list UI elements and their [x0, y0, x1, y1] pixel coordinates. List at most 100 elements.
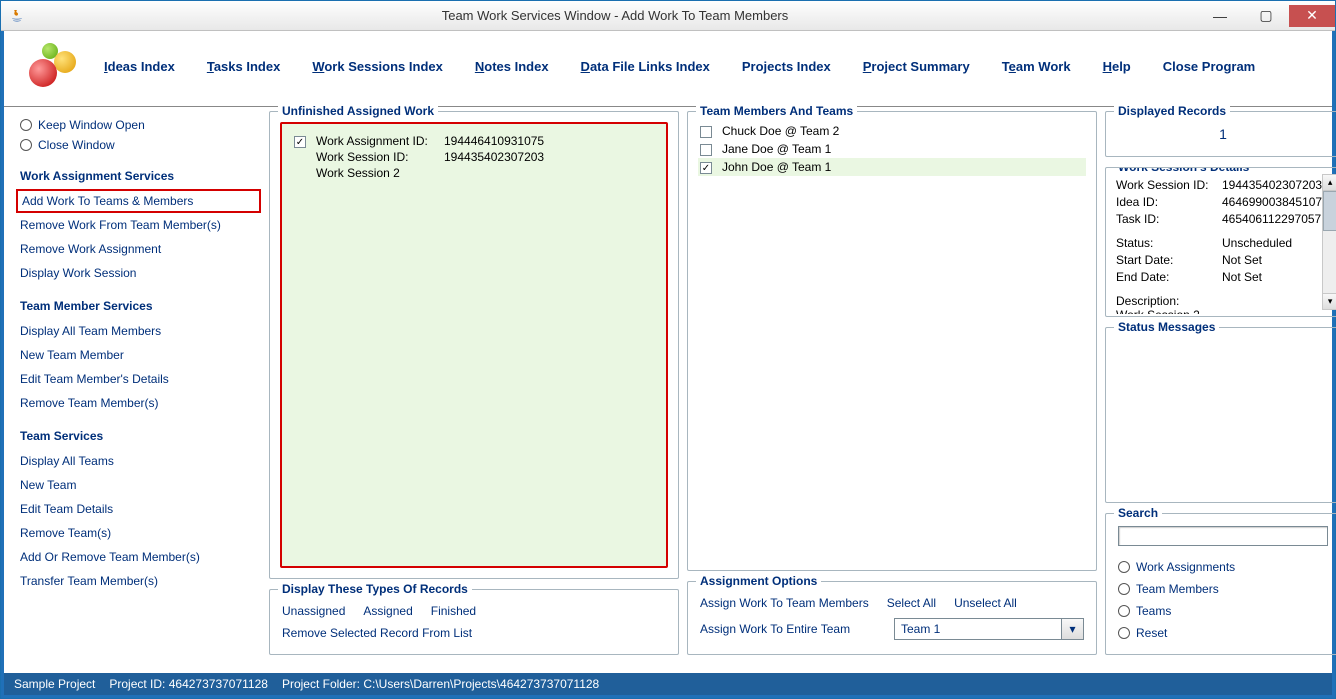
- scroll-track[interactable]: [1323, 231, 1336, 293]
- chevron-down-icon[interactable]: ▾: [1061, 619, 1083, 639]
- search-legend: Search: [1114, 506, 1162, 520]
- titlebar: Team Work Services Window - Add Work To …: [1, 1, 1335, 31]
- sidebar-add-work[interactable]: Add Work To Teams & Members: [16, 189, 261, 213]
- team-member-services-heading: Team Member Services: [20, 299, 257, 313]
- menu-ideas-index[interactable]: Ideas Index: [104, 59, 175, 74]
- ws-id-value: 194435402307203: [444, 150, 544, 164]
- app-body: Ideas Index Tasks Index Work Sessions In…: [1, 31, 1335, 698]
- status-messages-legend: Status Messages: [1114, 320, 1219, 334]
- unselect-all[interactable]: Unselect All: [954, 596, 1017, 610]
- sidebar-display-all-members[interactable]: Display All Team Members: [16, 319, 261, 343]
- maximize-button[interactable]: ▢: [1243, 5, 1289, 27]
- search-input[interactable]: [1118, 526, 1328, 546]
- radio-icon: [20, 119, 32, 131]
- menu-team-work[interactable]: Team Work: [1002, 59, 1071, 74]
- team-member-row[interactable]: Chuck Doe @ Team 2: [698, 122, 1086, 140]
- keep-window-open-label: Keep Window Open: [38, 118, 145, 132]
- unfinished-legend: Unfinished Assigned Work: [278, 104, 438, 118]
- ws-id-label: Work Session ID:: [316, 150, 436, 164]
- status-project-folder: Project Folder: C:\Users\Darren\Projects…: [282, 677, 599, 691]
- sidebar-edit-team[interactable]: Edit Team Details: [16, 497, 261, 521]
- sidebar-add-remove-team-members[interactable]: Add Or Remove Team Member(s): [16, 545, 261, 569]
- menubar: Ideas Index Tasks Index Work Sessions In…: [104, 59, 1255, 74]
- team-select-value: Team 1: [895, 622, 1061, 636]
- details-list: Work Session ID: 194435402307203 Idea ID…: [1116, 178, 1322, 226]
- window-title: Team Work Services Window - Add Work To …: [33, 8, 1197, 23]
- sidebar-display-all-teams[interactable]: Display All Teams: [16, 449, 261, 473]
- assign-to-team[interactable]: Assign Work To Entire Team: [700, 622, 850, 636]
- sidebar-remove-work-assignment[interactable]: Remove Work Assignment: [16, 237, 261, 261]
- menu-data-file-links-index[interactable]: Data File Links Index: [581, 59, 710, 74]
- idea-id-k: Idea ID:: [1116, 195, 1216, 209]
- scroll-thumb[interactable]: [1323, 191, 1336, 231]
- unfinished-assigned-work-panel: Unfinished Assigned Work Work Assignment…: [269, 111, 679, 579]
- checkbox-icon[interactable]: [294, 136, 306, 148]
- menu-notes-index[interactable]: Notes Index: [475, 59, 549, 74]
- checkbox-icon[interactable]: [700, 126, 712, 138]
- menu-help[interactable]: Help: [1103, 59, 1131, 74]
- display-type-unassigned[interactable]: Unassigned: [282, 604, 345, 618]
- assignment-row2: Assign Work To Entire Team Team 1 ▾: [698, 614, 1086, 644]
- details-list-2: Status: Unscheduled Start Date: Not Set …: [1116, 236, 1322, 284]
- search-reset[interactable]: Reset: [1116, 622, 1330, 644]
- team-services-heading: Team Services: [20, 429, 257, 443]
- sidebar-new-team[interactable]: New Team: [16, 473, 261, 497]
- remove-selected-record[interactable]: Remove Selected Record From List: [282, 626, 472, 640]
- close-window-radio[interactable]: Close Window: [16, 135, 261, 155]
- desc-name-clipped: Work Session 2: [1116, 308, 1322, 314]
- scroll-down-icon[interactable]: ▾: [1323, 293, 1336, 309]
- sidebar-transfer-member[interactable]: Transfer Team Member(s): [16, 569, 261, 593]
- work-assignment-row[interactable]: Work Assignment ID: 194446410931075 Work…: [292, 132, 656, 182]
- sidebar-display-work-session[interactable]: Display Work Session: [16, 261, 261, 285]
- app-logo: [24, 41, 84, 91]
- sidebar-edit-member[interactable]: Edit Team Member's Details: [16, 367, 261, 391]
- sidebar-remove-team[interactable]: Remove Team(s): [16, 521, 261, 545]
- menu-project-summary[interactable]: Project Summary: [863, 59, 970, 74]
- sidebar-remove-work-member[interactable]: Remove Work From Team Member(s): [16, 213, 261, 237]
- column-team-members: Team Members And Teams Chuck Doe @ Team …: [687, 111, 1097, 665]
- menu-projects-index[interactable]: Projects Index: [742, 59, 831, 74]
- displayed-records-panel: Displayed Records 1: [1105, 111, 1336, 157]
- radio-icon: [1118, 583, 1130, 595]
- menu-tasks-index[interactable]: Tasks Index: [207, 59, 280, 74]
- search-work-assignments[interactable]: Work Assignments: [1116, 556, 1330, 578]
- scroll-up-icon[interactable]: ▴: [1323, 175, 1336, 191]
- wa-id-label: Work Assignment ID:: [316, 134, 436, 148]
- idea-id-v: 464699003845107: [1222, 195, 1322, 209]
- assign-to-members[interactable]: Assign Work To Team Members: [700, 596, 869, 610]
- sidebar: Keep Window Open Close Window Work Assig…: [16, 111, 261, 665]
- sidebar-new-member[interactable]: New Team Member: [16, 343, 261, 367]
- team-members-legend: Team Members And Teams: [696, 104, 857, 118]
- menu-close-program[interactable]: Close Program: [1163, 59, 1255, 74]
- display-type-finished[interactable]: Finished: [431, 604, 476, 618]
- display-types-row1: Unassigned Assigned Finished: [280, 600, 668, 622]
- select-all[interactable]: Select All: [887, 596, 936, 610]
- work-session-details-panel: Work Session's Details Work Session ID: …: [1105, 167, 1336, 317]
- task-id-k: Task ID:: [1116, 212, 1216, 226]
- team-members-panel: Team Members And Teams Chuck Doe @ Team …: [687, 111, 1097, 571]
- end-k: End Date:: [1116, 270, 1216, 284]
- close-button[interactable]: ✕: [1289, 5, 1335, 27]
- search-team-members[interactable]: Team Members: [1116, 578, 1330, 600]
- menu-work-sessions-index[interactable]: Work Sessions Index: [312, 59, 443, 74]
- checkbox-icon[interactable]: [700, 144, 712, 156]
- keep-window-open-radio[interactable]: Keep Window Open: [16, 115, 261, 135]
- task-id-v: 465406112297057: [1222, 212, 1322, 226]
- display-type-assigned[interactable]: Assigned: [363, 604, 412, 618]
- details-scrollbar[interactable]: ▴ ▾: [1322, 174, 1336, 310]
- sidebar-remove-member[interactable]: Remove Team Member(s): [16, 391, 261, 415]
- close-window-label: Close Window: [38, 138, 115, 152]
- team-member-row[interactable]: Jane Doe @ Team 1: [698, 140, 1086, 158]
- radio-icon: [20, 139, 32, 151]
- checkbox-icon[interactable]: [700, 162, 712, 174]
- column-unfinished: Unfinished Assigned Work Work Assignment…: [269, 111, 679, 665]
- radio-icon: [1118, 627, 1130, 639]
- team-select[interactable]: Team 1 ▾: [894, 618, 1084, 640]
- app-window: Team Work Services Window - Add Work To …: [0, 0, 1336, 699]
- statusbar: Sample Project Project ID: 4642737370711…: [4, 673, 1332, 695]
- team-member-row[interactable]: John Doe @ Team 1: [698, 158, 1086, 176]
- minimize-button[interactable]: —: [1197, 5, 1243, 27]
- search-teams[interactable]: Teams: [1116, 600, 1330, 622]
- display-types-legend: Display These Types Of Records: [278, 582, 472, 596]
- ws-id-v: 194435402307203: [1222, 178, 1322, 192]
